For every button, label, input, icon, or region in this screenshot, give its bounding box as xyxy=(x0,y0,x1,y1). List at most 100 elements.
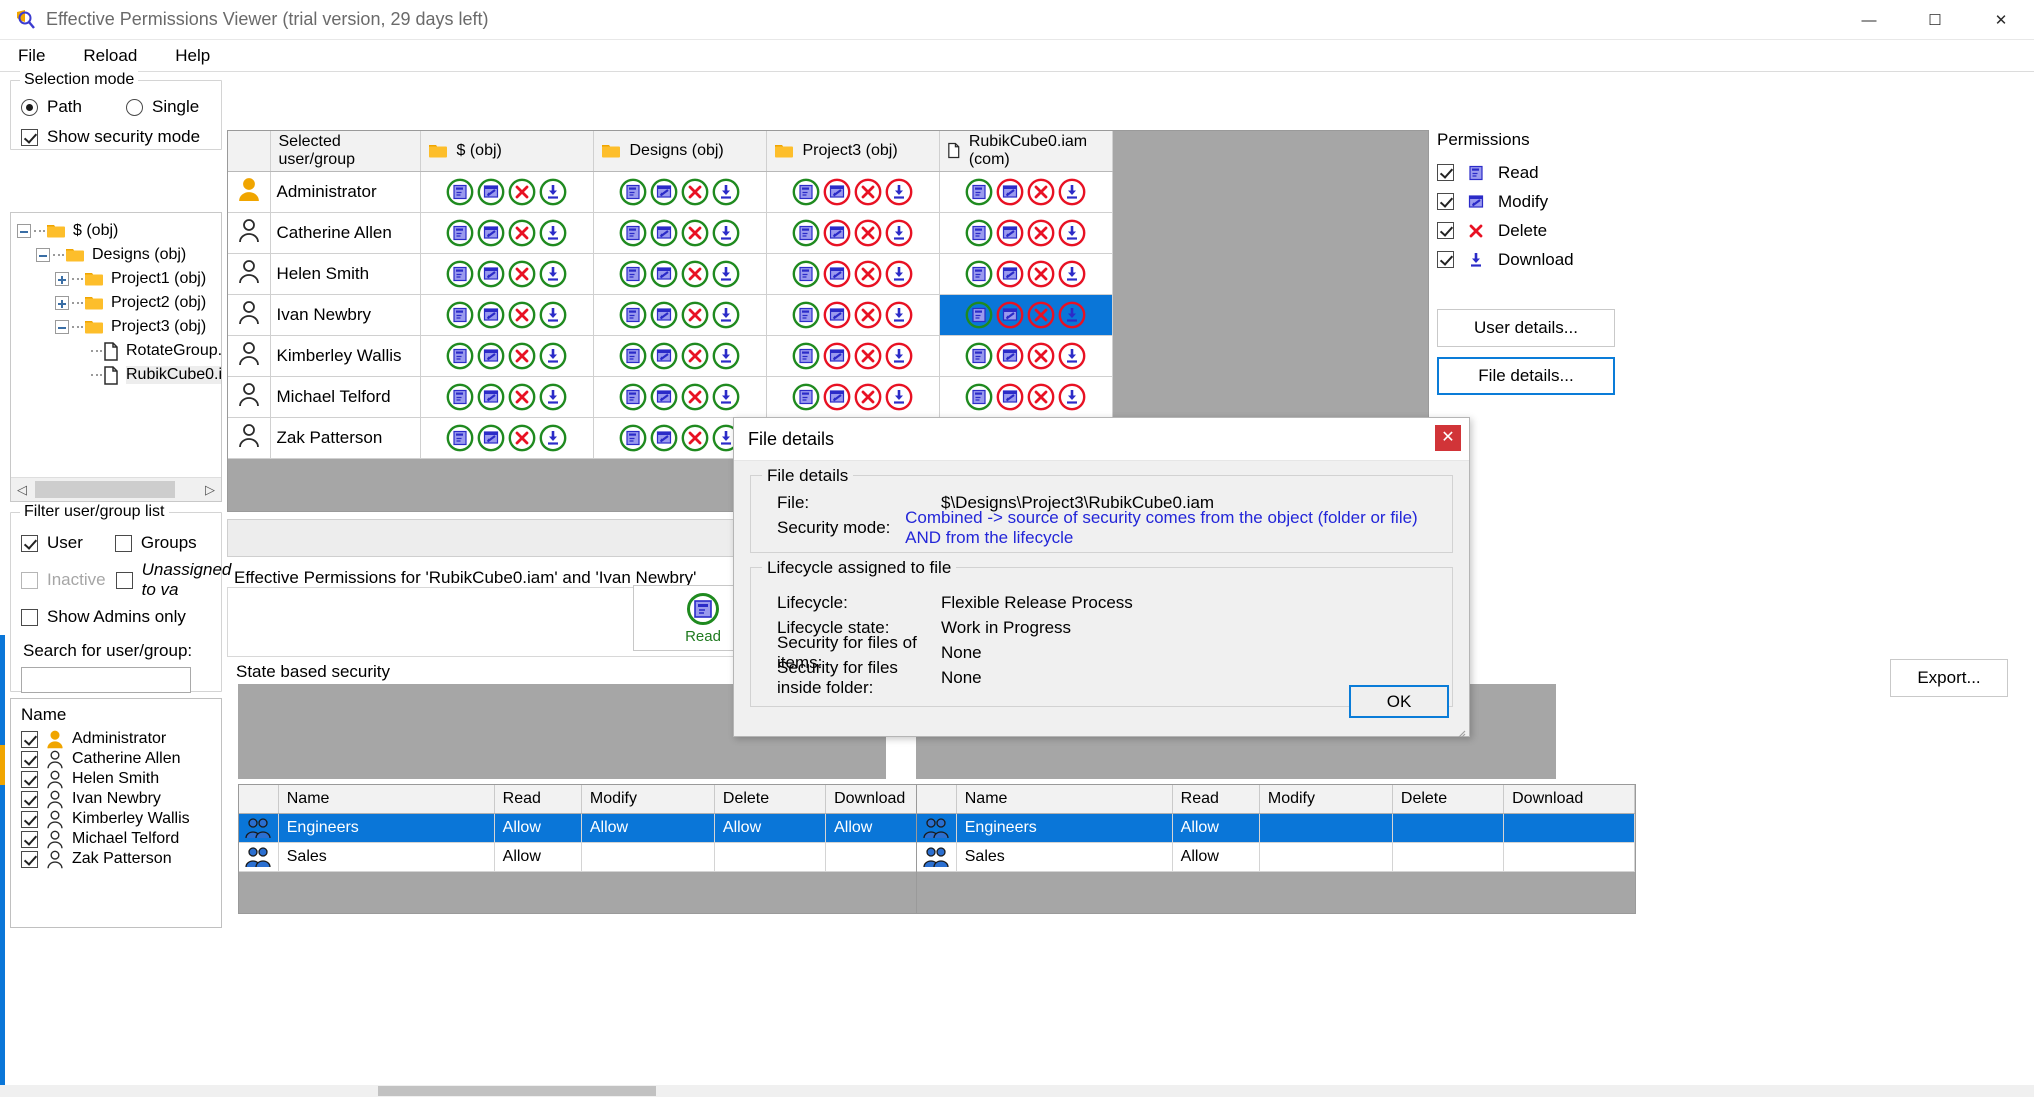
tree-expander[interactable] xyxy=(36,248,50,262)
permission-cell[interactable] xyxy=(420,376,594,418)
permission-cell[interactable] xyxy=(593,335,767,377)
list-item-checkbox[interactable] xyxy=(21,730,38,748)
dialog-ok-button[interactable]: OK xyxy=(1349,685,1449,718)
state-security-right-table[interactable]: Name Read Modify Delete Download Engineers Al… xyxy=(916,784,1636,914)
permission-cell[interactable] xyxy=(766,335,940,377)
tree-expander[interactable] xyxy=(55,296,69,310)
scroll-left-arrow[interactable]: ◁ xyxy=(11,482,33,498)
column-header[interactable]: Read xyxy=(1172,785,1260,814)
dialog-close-button[interactable]: ✕ xyxy=(1435,425,1461,451)
permission-cell[interactable] xyxy=(766,171,940,213)
permission-cell[interactable] xyxy=(766,212,940,254)
permission-cell[interactable] xyxy=(766,294,940,336)
checkbox-unassigned[interactable] xyxy=(115,571,133,589)
column-header[interactable]: Delete xyxy=(1392,785,1505,814)
minimize-button[interactable]: — xyxy=(1836,0,1902,40)
table-row[interactable]: Kimberley Wallis xyxy=(228,335,1113,377)
menu-item-reload[interactable]: Reload xyxy=(79,44,141,68)
tree-node[interactable]: Project1 (obj) xyxy=(11,267,221,291)
permission-cell[interactable] xyxy=(939,376,1113,418)
maximize-button[interactable]: ☐ xyxy=(1902,0,1968,40)
table-row[interactable]: Ivan Newbry xyxy=(228,294,1113,336)
column-header[interactable] xyxy=(239,785,279,814)
grid-column-header[interactable]: $ (obj) xyxy=(420,131,594,172)
grid-column-header[interactable]: Selected user/group xyxy=(270,131,421,172)
tree-expander[interactable] xyxy=(55,272,69,286)
permission-cell[interactable] xyxy=(420,212,594,254)
list-item[interactable]: Michael Telford xyxy=(11,829,221,849)
checkbox-show-security-mode[interactable] xyxy=(21,128,38,146)
window-horizontal-scrollbar[interactable] xyxy=(0,1085,2034,1097)
user-details-button[interactable]: User details... xyxy=(1437,309,1615,347)
close-button[interactable]: ✕ xyxy=(1968,0,2034,40)
permission-cell[interactable] xyxy=(939,212,1113,254)
table-row[interactable]: Administrator xyxy=(228,171,1113,213)
list-item-checkbox[interactable] xyxy=(21,790,38,808)
permission-filter-item[interactable]: Read xyxy=(1437,158,1627,187)
grid-column-header[interactable]: Designs (obj) xyxy=(593,131,767,172)
column-header[interactable]: Modify xyxy=(1259,785,1393,814)
tree-node[interactable]: Project3 (obj) xyxy=(11,315,221,339)
user-name-list[interactable]: Name Administrator Catherine Allen Helen S… xyxy=(10,698,222,928)
list-item[interactable]: Catherine Allen xyxy=(11,749,221,769)
permission-cell[interactable] xyxy=(420,417,594,459)
table-row[interactable]: Engineers Allow xyxy=(917,813,1635,843)
column-header[interactable]: Delete xyxy=(714,785,827,814)
list-item-checkbox[interactable] xyxy=(21,830,38,848)
permission-filter-item[interactable]: Modify xyxy=(1437,187,1627,216)
list-item[interactable]: Zak Patterson xyxy=(11,849,221,869)
tree-expander[interactable] xyxy=(17,224,31,238)
permission-cell[interactable] xyxy=(420,294,594,336)
column-header[interactable] xyxy=(917,785,957,814)
checkbox-groups[interactable] xyxy=(114,534,132,552)
permission-cell[interactable] xyxy=(939,171,1113,213)
checkbox-inactive[interactable] xyxy=(21,571,38,589)
permission-filter-item[interactable]: Delete xyxy=(1437,216,1627,245)
window-scrollbar-thumb[interactable] xyxy=(378,1086,656,1096)
table-row[interactable]: Catherine Allen xyxy=(228,212,1113,254)
permission-cell[interactable] xyxy=(420,171,594,213)
scroll-right-arrow[interactable]: ▷ xyxy=(199,482,221,498)
permission-checkbox[interactable] xyxy=(1437,193,1454,210)
menu-item-file[interactable]: File xyxy=(14,44,49,68)
scrollbar-thumb[interactable] xyxy=(35,481,175,498)
dialog-resize-handle[interactable] xyxy=(1456,723,1466,738)
permission-cell[interactable] xyxy=(420,335,594,377)
table-row[interactable]: Helen Smith xyxy=(228,253,1113,295)
tree-expander[interactable] xyxy=(55,320,69,334)
tree-horizontal-scrollbar[interactable]: ◁ ▷ xyxy=(11,477,221,501)
grid-column-header[interactable]: Project3 (obj) xyxy=(766,131,940,172)
column-header[interactable]: Modify xyxy=(581,785,715,814)
permission-checkbox[interactable] xyxy=(1437,251,1454,268)
table-row[interactable]: Michael Telford xyxy=(228,376,1113,418)
permission-cell[interactable] xyxy=(420,253,594,295)
grid-column-header[interactable]: RubikCube0.iam (com) xyxy=(939,131,1113,172)
list-item[interactable]: Helen Smith xyxy=(11,769,221,789)
checkbox-show-admins-only[interactable] xyxy=(21,608,38,626)
list-item-checkbox[interactable] xyxy=(21,850,38,868)
list-item[interactable]: Ivan Newbry xyxy=(11,789,221,809)
permission-cell[interactable] xyxy=(593,376,767,418)
permission-cell[interactable] xyxy=(593,171,767,213)
permission-cell[interactable] xyxy=(939,253,1113,295)
search-input[interactable] xyxy=(21,667,191,693)
permission-cell[interactable] xyxy=(939,335,1113,377)
permission-cell[interactable] xyxy=(766,376,940,418)
tree-node[interactable]: $ (obj) xyxy=(11,219,221,243)
folder-tree[interactable]: $ (obj) Designs (obj) Project1 (obj) Projec… xyxy=(10,212,222,502)
tree-node[interactable]: RotateGroup.ia xyxy=(11,339,221,363)
table-row[interactable]: Engineers Allow Allow Allow Allow xyxy=(239,813,957,843)
permission-cell[interactable] xyxy=(593,212,767,254)
column-header[interactable]: Download xyxy=(1503,785,1635,814)
list-item-checkbox[interactable] xyxy=(21,810,38,828)
radio-path[interactable] xyxy=(21,98,38,116)
permission-checkbox[interactable] xyxy=(1437,164,1454,181)
list-item-checkbox[interactable] xyxy=(21,770,38,788)
radio-single[interactable] xyxy=(125,98,143,116)
permission-cell[interactable] xyxy=(593,294,767,336)
menu-item-help[interactable]: Help xyxy=(171,44,214,68)
list-item-checkbox[interactable] xyxy=(21,750,38,768)
export-button[interactable]: Export... xyxy=(1890,659,2008,697)
permission-cell[interactable] xyxy=(939,294,1113,336)
column-header[interactable]: Name xyxy=(956,785,1173,814)
